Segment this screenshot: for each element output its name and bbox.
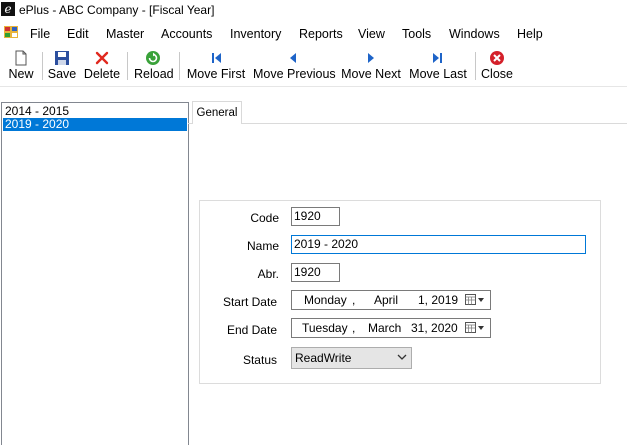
tab-strip-line: [188, 123, 192, 124]
move-first-label: Move First: [186, 67, 246, 81]
end-day: Tuesday: [302, 321, 348, 335]
end-separator: ,: [352, 321, 356, 335]
menu-windows[interactable]: Windows: [449, 27, 500, 41]
tab-general[interactable]: General: [192, 101, 242, 124]
list-item-selected[interactable]: 2019 - 2020: [3, 118, 187, 131]
save-label: Save: [47, 67, 77, 81]
start-date: 1, 2019: [418, 293, 459, 307]
menu-tools[interactable]: Tools: [402, 27, 431, 41]
move-first-button[interactable]: Move First: [186, 48, 246, 82]
move-next-icon: [368, 53, 374, 63]
name-field[interactable]: 2019 - 2020: [291, 235, 586, 254]
status-select[interactable]: ReadWrite: [291, 347, 412, 369]
move-next-button[interactable]: Move Next: [341, 48, 401, 82]
menu-reports[interactable]: Reports: [299, 27, 343, 41]
toolbar-separator: [42, 52, 43, 80]
menu-file[interactable]: File: [30, 27, 50, 41]
chevron-down-icon: [397, 354, 407, 360]
code-label: Code: [250, 211, 279, 225]
abr-field[interactable]: 1920: [291, 263, 340, 282]
move-first-icon: [212, 53, 221, 63]
window-title: ePlus - ABC Company - [Fiscal Year]: [19, 3, 215, 17]
reload-label: Reload: [134, 67, 174, 81]
calendar-dropdown-icon[interactable]: [465, 294, 485, 306]
end-date-label: End Date: [226, 323, 277, 337]
menu-edit[interactable]: Edit: [67, 27, 89, 41]
fiscal-year-list[interactable]: 2014 - 2015 2019 - 2020: [1, 102, 189, 445]
tab-strip-line: [241, 123, 627, 124]
abr-label: Abr.: [257, 267, 279, 281]
toolbar: New Save Delete Reload Move First Move P…: [0, 46, 627, 84]
menu-view[interactable]: View: [358, 27, 385, 41]
move-last-icon: [433, 53, 442, 63]
move-previous-button[interactable]: Move Previous: [253, 48, 336, 82]
toolbar-separator: [179, 52, 180, 80]
calendar-dropdown-icon[interactable]: [465, 322, 485, 334]
end-date: 31, 2020: [411, 321, 458, 335]
start-month: April: [374, 293, 399, 307]
move-last-button[interactable]: Move Last: [409, 48, 467, 82]
move-next-label: Move Next: [341, 67, 401, 81]
new-document-icon: [15, 50, 27, 66]
start-date-label: Start Date: [222, 295, 277, 309]
toolbar-divider: [0, 86, 627, 87]
delete-label: Delete: [83, 67, 121, 81]
end-date-picker[interactable]: Tuesday , March 31, 2020: [291, 318, 491, 338]
start-day: Monday: [304, 293, 347, 307]
app-icon: e: [1, 2, 15, 16]
status-value: ReadWrite: [295, 351, 352, 365]
toolbar-separator: [127, 52, 128, 80]
save-disk-icon: [55, 51, 69, 65]
start-separator: ,: [352, 293, 356, 307]
end-month: March: [368, 321, 402, 335]
move-previous-label: Move Previous: [253, 67, 336, 81]
reload-icon: [146, 51, 160, 65]
new-button[interactable]: New: [6, 48, 36, 82]
menu-bar: File Edit Master Accounts Inventory Repo…: [0, 23, 627, 44]
close-label: Close: [481, 67, 513, 81]
system-menu-icon[interactable]: [4, 26, 18, 38]
title-bar: e ePlus - ABC Company - [Fiscal Year]: [0, 0, 627, 20]
menu-master[interactable]: Master: [106, 27, 144, 41]
toolbar-separator: [475, 52, 476, 80]
fiscal-year-form: Code 1920 Name 2019 - 2020 Abr. 1920 Sta…: [199, 200, 601, 384]
delete-button[interactable]: Delete: [82, 48, 122, 82]
new-label: New: [8, 67, 34, 81]
start-date-picker[interactable]: Monday , April 1, 2019: [291, 290, 491, 310]
move-last-label: Move Last: [409, 67, 467, 81]
close-icon: [490, 51, 504, 65]
reload-button[interactable]: Reload: [134, 48, 174, 82]
code-field[interactable]: 1920: [291, 207, 340, 226]
close-button[interactable]: Close: [481, 48, 513, 82]
menu-help[interactable]: Help: [517, 27, 543, 41]
menu-accounts[interactable]: Accounts: [161, 27, 212, 41]
menu-inventory[interactable]: Inventory: [230, 27, 281, 41]
delete-x-icon: [95, 51, 109, 65]
status-label: Status: [242, 353, 277, 367]
name-label: Name: [246, 239, 279, 253]
move-previous-icon: [290, 53, 296, 63]
save-button[interactable]: Save: [47, 48, 77, 82]
